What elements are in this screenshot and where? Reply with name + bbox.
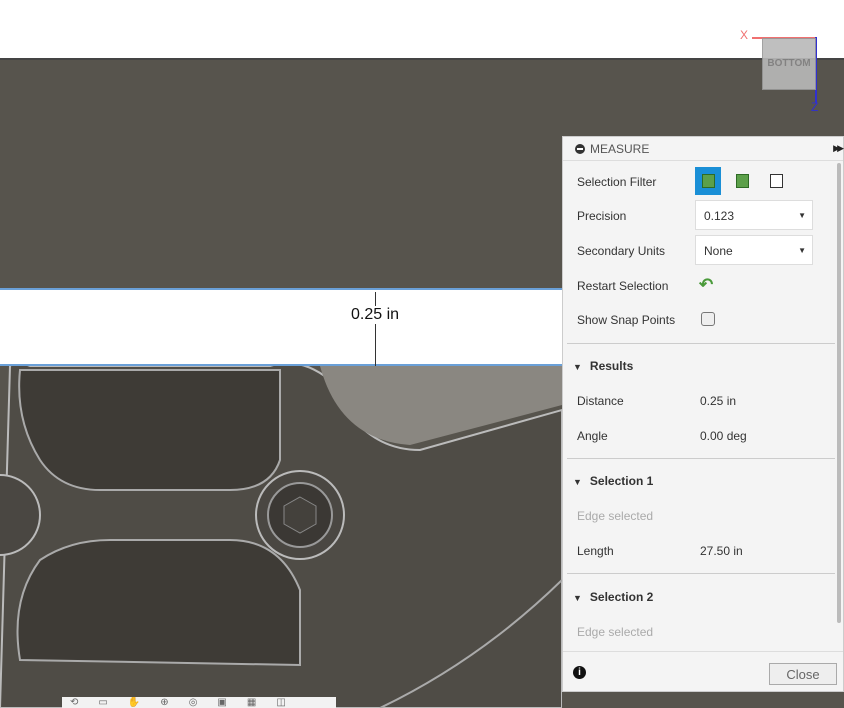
- chevron-down-icon: ▼: [798, 246, 806, 255]
- distance-value: 0.25 in: [700, 394, 737, 408]
- length-label: Length: [577, 544, 614, 558]
- dimension-label: 0.25 in: [350, 306, 401, 324]
- filter-face-button[interactable]: [729, 167, 755, 195]
- fit-icon[interactable]: ◎: [189, 697, 198, 708]
- secondary-units-value: None: [704, 244, 733, 258]
- angle-label: Angle: [577, 429, 608, 443]
- x-axis-label: X: [740, 28, 749, 42]
- divider: [567, 343, 835, 344]
- canvas-top-background: [0, 0, 844, 60]
- filter-body-button[interactable]: [695, 167, 721, 195]
- display-settings-icon[interactable]: ▣: [217, 697, 226, 708]
- precision-select[interactable]: 0.123 ▼: [695, 200, 813, 230]
- orbit-icon[interactable]: ⟲: [70, 697, 78, 708]
- angle-value: 0.00 deg: [700, 429, 747, 443]
- face-select-icon: [735, 174, 749, 188]
- close-button[interactable]: Close: [769, 663, 837, 685]
- panel-footer: i Close: [563, 651, 843, 691]
- panel-scrollbar[interactable]: [837, 163, 841, 623]
- navigation-toolbar: ⟲ ▭ ✋ ⊕ ◎ ▣ ▦ ◫: [62, 697, 336, 708]
- z-axis-label: Z: [811, 100, 819, 114]
- show-snap-points-label: Show Snap Points: [577, 313, 676, 327]
- restart-icon[interactable]: ↶: [699, 275, 713, 295]
- secondary-units-select[interactable]: None ▼: [695, 235, 813, 265]
- selection1-status: Edge selected: [577, 509, 654, 523]
- selection2-status: Edge selected: [577, 625, 654, 639]
- show-snap-points-checkbox[interactable]: [701, 312, 715, 326]
- panel-header[interactable]: MEASURE ▶▶: [563, 137, 844, 161]
- precision-label: Precision: [577, 209, 627, 223]
- look-at-icon[interactable]: ▭: [98, 697, 107, 708]
- restart-selection-label: Restart Selection: [577, 279, 669, 293]
- collapse-icon[interactable]: [575, 143, 585, 154]
- precision-value: 0.123: [704, 209, 735, 223]
- length-value: 27.50 in: [700, 544, 743, 558]
- edge-select-icon: [769, 174, 783, 188]
- divider: [567, 573, 835, 574]
- results-section-header[interactable]: Results: [573, 359, 633, 373]
- info-icon[interactable]: i: [573, 666, 586, 679]
- panel-title: MEASURE: [590, 141, 650, 156]
- expand-icon[interactable]: ▶▶: [833, 143, 844, 154]
- selection-filter-label: Selection Filter: [577, 175, 657, 189]
- dimension-band: [0, 288, 562, 366]
- pan-icon[interactable]: ✋: [128, 697, 140, 708]
- body-select-icon: [701, 174, 715, 188]
- filter-edge-button[interactable]: [763, 167, 789, 195]
- secondary-units-label: Secondary Units: [577, 244, 666, 258]
- selection1-section-header[interactable]: Selection 1: [573, 474, 653, 488]
- grid-icon[interactable]: ▦: [247, 697, 256, 708]
- measure-panel: MEASURE ▶▶ Selection Filter Precision 0.…: [562, 136, 844, 692]
- distance-label: Distance: [577, 394, 624, 408]
- selection2-section-header[interactable]: Selection 2: [573, 590, 653, 604]
- chevron-down-icon: ▼: [798, 211, 806, 220]
- dimension-line: [375, 292, 376, 366]
- viewports-icon[interactable]: ◫: [276, 697, 285, 708]
- divider: [567, 458, 835, 459]
- view-cube[interactable]: BOTTOM: [762, 38, 816, 90]
- zoom-icon[interactable]: ⊕: [160, 697, 168, 708]
- model-geometry[interactable]: [0, 60, 562, 708]
